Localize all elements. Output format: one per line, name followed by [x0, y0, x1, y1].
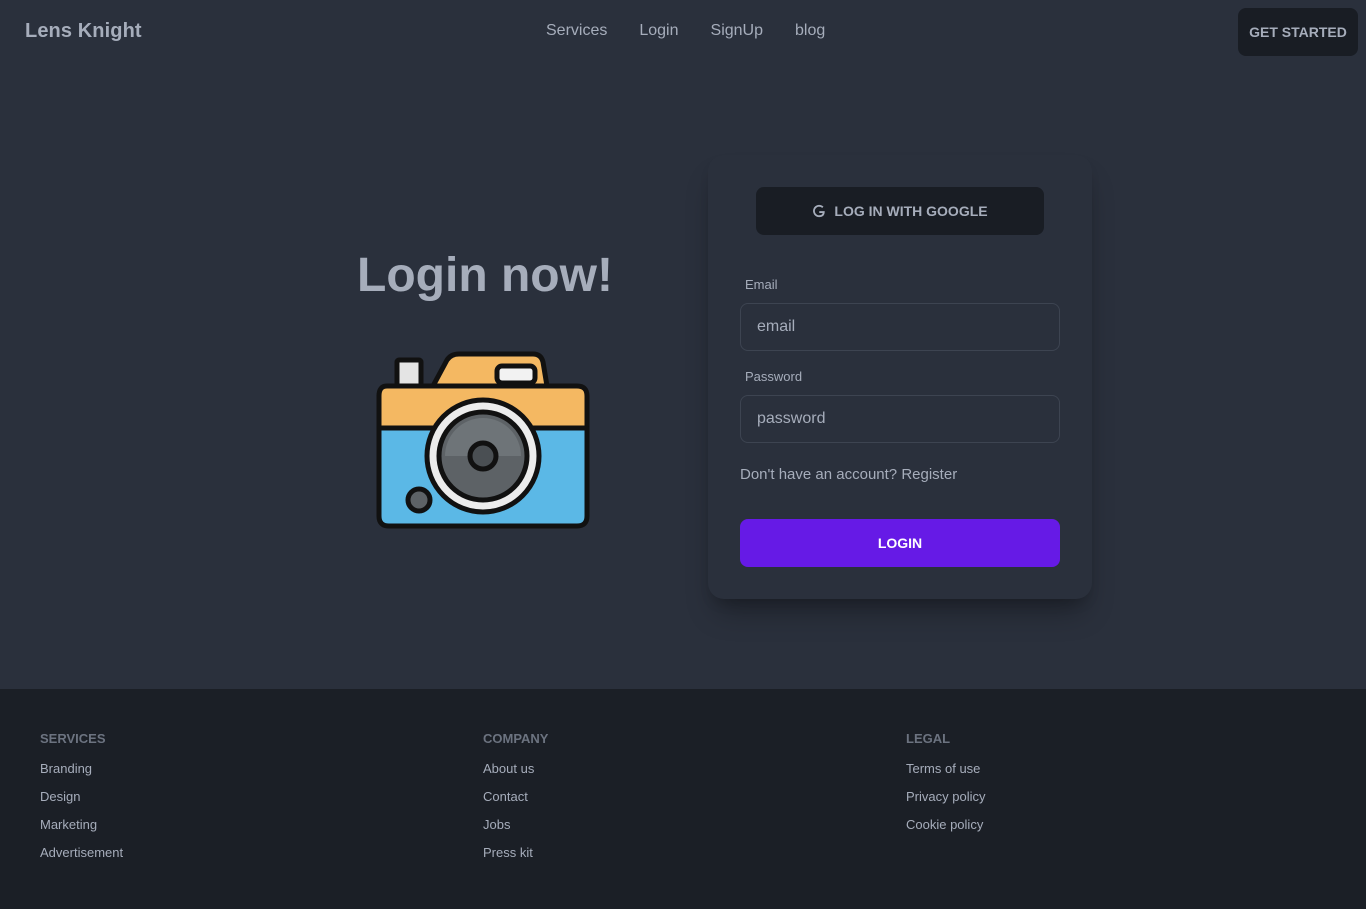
email-field[interactable] — [740, 303, 1060, 351]
footer-link-design[interactable]: Design — [40, 789, 123, 817]
nav-link-services[interactable]: Services — [530, 22, 623, 40]
google-login-label: LOG IN WITH GOOGLE — [834, 203, 988, 219]
footer-link-advertisement[interactable]: Advertisement — [40, 845, 123, 873]
register-link[interactable]: Register — [901, 466, 957, 483]
camera-icon — [376, 351, 590, 529]
page-title: Login now! — [357, 249, 613, 302]
navbar: Lens Knight Services Login SignUp blog G… — [0, 0, 1366, 66]
footer-link-about-us[interactable]: About us — [483, 761, 548, 789]
google-login-button[interactable]: LOG IN WITH GOOGLE — [756, 187, 1044, 235]
password-label: Password — [745, 369, 803, 384]
footer-link-cookie-policy[interactable]: Cookie policy — [906, 817, 985, 845]
password-field[interactable] — [740, 395, 1060, 443]
footer-title: SERVICES — [40, 731, 106, 746]
footer-column-company: COMPANY About us Contact Jobs Press kit — [483, 731, 548, 873]
footer-link-jobs[interactable]: Jobs — [483, 817, 548, 845]
footer-link-terms-of-use[interactable]: Terms of use — [906, 761, 985, 789]
footer-column-services: SERVICES Branding Design Marketing Adver… — [40, 731, 123, 873]
footer-link-contact[interactable]: Contact — [483, 789, 548, 817]
nav-link-signup[interactable]: SignUp — [695, 22, 779, 40]
google-g-icon — [813, 204, 826, 218]
register-prompt: Don't have an account? Register — [740, 466, 957, 483]
register-prompt-text: Don't have an account? — [740, 466, 898, 483]
footer-link-branding[interactable]: Branding — [40, 761, 123, 789]
brand-logo[interactable]: Lens Knight — [25, 20, 142, 43]
footer-link-privacy-policy[interactable]: Privacy policy — [906, 789, 985, 817]
email-label: Email — [745, 277, 778, 292]
nav-link-blog[interactable]: blog — [779, 22, 841, 40]
login-card: LOG IN WITH GOOGLE Email Password Don't … — [708, 155, 1092, 599]
get-started-button[interactable]: GET STARTED — [1238, 8, 1358, 56]
footer-title: LEGAL — [906, 731, 951, 746]
nav-link-login[interactable]: Login — [623, 22, 694, 40]
nav-links: Services Login SignUp blog — [530, 22, 841, 40]
footer-link-marketing[interactable]: Marketing — [40, 817, 123, 845]
login-button[interactable]: LOGIN — [740, 519, 1060, 567]
footer-column-legal: LEGAL Terms of use Privacy policy Cookie… — [906, 731, 985, 845]
footer: SERVICES Branding Design Marketing Adver… — [0, 689, 1366, 909]
footer-title: COMPANY — [483, 731, 549, 746]
footer-link-press-kit[interactable]: Press kit — [483, 845, 548, 873]
